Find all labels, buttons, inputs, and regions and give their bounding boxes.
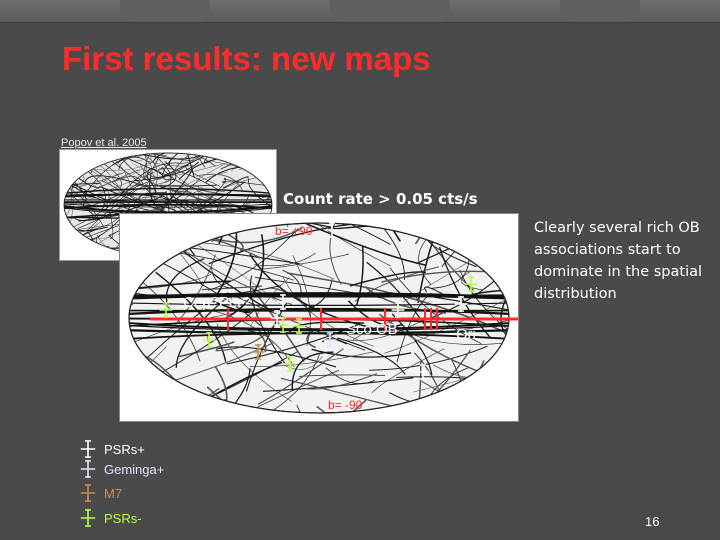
- source-star-icon: [283, 356, 297, 372]
- source-star-icon: [202, 332, 216, 348]
- source-star-icon: [464, 276, 478, 292]
- source-star-icon: [323, 332, 337, 348]
- source-star-icon: [276, 294, 290, 310]
- source-star-icon: [325, 222, 339, 238]
- blue-star-icon: [80, 460, 96, 478]
- source-star-icon: [251, 344, 265, 360]
- source-star-icon: [454, 296, 468, 312]
- legend-label: PSRs+: [104, 442, 145, 457]
- green-star-icon: [80, 509, 96, 527]
- orange-star-icon: [80, 484, 96, 502]
- legend-label: M7: [104, 486, 123, 501]
- region-label-sco-ob: Sco OB: [346, 321, 398, 338]
- region-label-ori: Ori: [456, 326, 476, 343]
- legend-label: Geminga+: [104, 462, 165, 477]
- source-star-icon: [416, 364, 430, 380]
- side-text: Clearly several rich OB associations sta…: [534, 220, 703, 302]
- source-star-icon: [270, 310, 284, 326]
- source-star-icon: [391, 302, 405, 318]
- b-plus-90-label: b= +90: [275, 224, 313, 238]
- legend-label: PSRs-: [104, 511, 142, 526]
- b-minus-90-label: b= -90: [328, 398, 363, 412]
- white-star-icon: [80, 440, 96, 458]
- region-label-cep-per: Cep?Per?: [183, 294, 251, 311]
- page-number: 16: [645, 514, 660, 529]
- source-star-icon: [159, 302, 173, 318]
